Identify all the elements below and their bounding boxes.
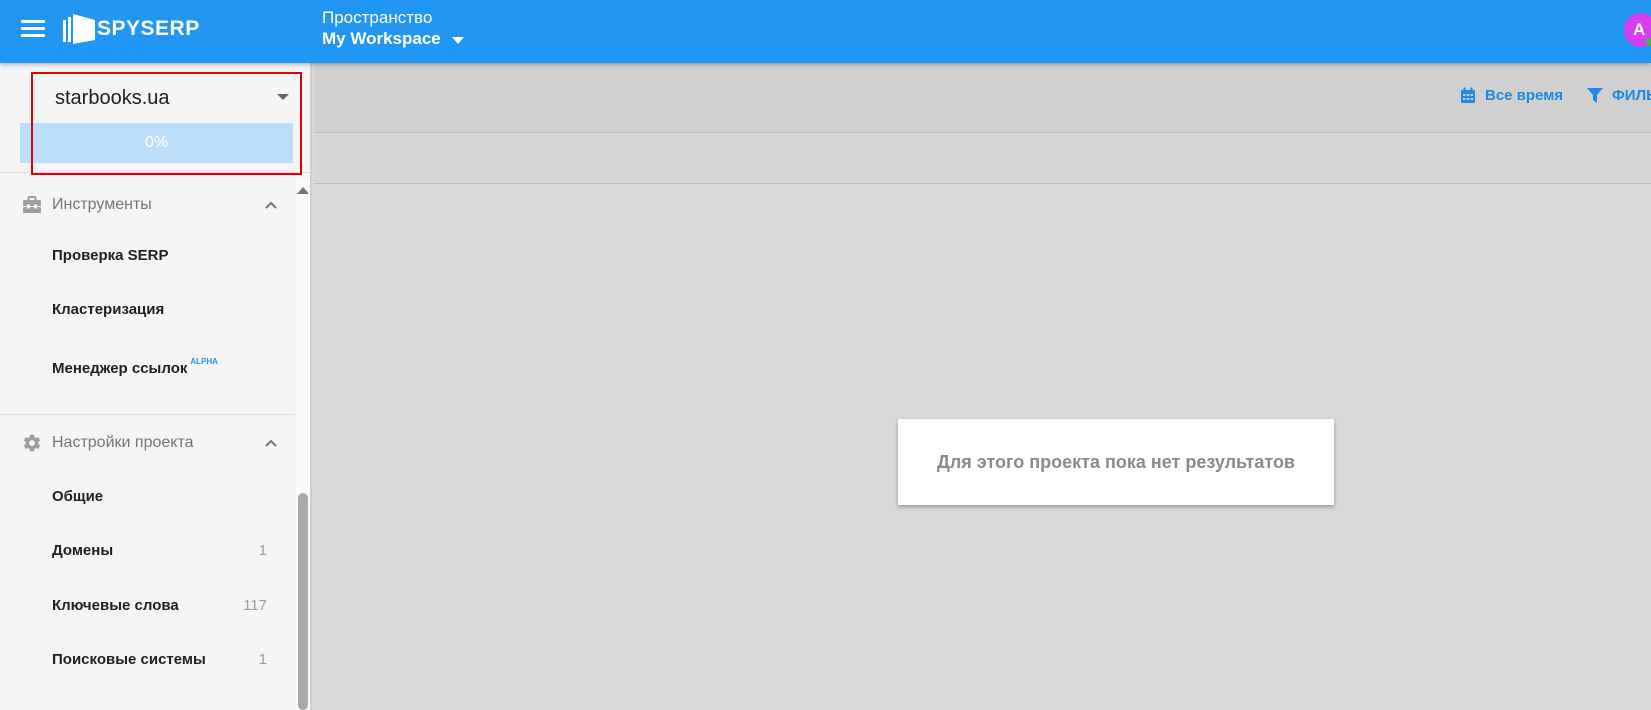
sidebar-item-label: Менеджер ссылок: [52, 360, 188, 377]
sidebar-item-general[interactable]: Общие: [0, 477, 295, 517]
sidebar-item-keywords[interactable]: Ключевые слова 117: [0, 586, 295, 626]
section-settings-title: Настройки проекта: [52, 434, 194, 451]
alpha-badge: ALPHA: [190, 357, 218, 366]
scrollbar-thumb[interactable]: [298, 493, 308, 710]
sidebar-item-label: Проверка SERP: [52, 247, 169, 264]
workspace-name: My Workspace: [322, 29, 441, 48]
online-status-dot: [1646, 38, 1651, 46]
empty-state-card: Для этого проекта пока нет результатов: [898, 419, 1334, 505]
sub-toolbar: [314, 134, 1651, 184]
sidebar-item-search-engines[interactable]: Поисковые системы 1: [0, 640, 295, 680]
project-progress-bar: 0%: [20, 123, 293, 163]
chevron-up-icon[interactable]: [264, 198, 278, 212]
sidebar-item-clustering[interactable]: Кластеризация: [0, 290, 295, 330]
count-badge: 117: [243, 597, 267, 614]
sidebar-item-label: Поисковые системы: [52, 651, 206, 668]
sidebar-item-label: Ключевые слова: [52, 597, 179, 614]
filter-button[interactable]: ФИЛЬТР: [1587, 87, 1651, 104]
caret-down-icon: [451, 36, 464, 44]
count-badge: 1: [258, 651, 267, 668]
filter-label: ФИЛЬТР: [1612, 87, 1651, 104]
project-selector[interactable]: starbooks.ua 0%: [0, 63, 310, 173]
period-button[interactable]: Все время: [1460, 87, 1563, 104]
logo[interactable]: SPYSERP: [62, 11, 200, 47]
divider: [0, 414, 295, 415]
calendar-icon: [1461, 87, 1475, 103]
gear-icon: [23, 434, 41, 452]
project-name: starbooks.ua: [55, 87, 170, 109]
sidebar-item-link-manager[interactable]: Менеджер ссылок ALPHA: [0, 346, 295, 386]
count-badge: 1: [258, 542, 267, 559]
workspace-label: Пространство: [322, 8, 433, 27]
top-app-bar: SPYSERP Пространство My Workspace A: [0, 0, 1651, 63]
scroll-up-arrow-icon[interactable]: [297, 187, 309, 194]
sidebar: starbooks.ua 0% Инструменты Проверка SER…: [0, 63, 312, 710]
section-project-settings[interactable]: Настройки проекта: [0, 421, 295, 465]
section-tools-title: Инструменты: [52, 196, 152, 213]
sidebar-item-label: Общие: [52, 488, 104, 505]
toolbox-icon: [23, 196, 41, 213]
sidebar-item-label: Домены: [52, 542, 114, 559]
logo-text: SPYSERP: [97, 17, 200, 40]
filter-icon: [1587, 88, 1603, 103]
sidebar-item-serp-check[interactable]: Проверка SERP: [0, 236, 295, 276]
sidebar-item-domains[interactable]: Домены 1: [0, 531, 295, 571]
period-label: Все время: [1485, 87, 1564, 104]
chevron-up-icon[interactable]: [264, 436, 278, 450]
logo-icon: [63, 14, 95, 44]
caret-down-icon[interactable]: [277, 94, 289, 100]
sidebar-item-label: Кластеризация: [52, 301, 165, 318]
menu-icon[interactable]: [21, 18, 45, 40]
section-tools[interactable]: Инструменты: [0, 183, 295, 227]
empty-state-message: Для этого проекта пока нет результатов: [936, 451, 1295, 472]
main-content: Все время ФИЛЬТР Для этого проекта пока …: [314, 63, 1651, 710]
toolbar: Все время ФИЛЬТР: [314, 63, 1651, 133]
workspace-selector[interactable]: Пространство My Workspace: [322, 8, 464, 50]
